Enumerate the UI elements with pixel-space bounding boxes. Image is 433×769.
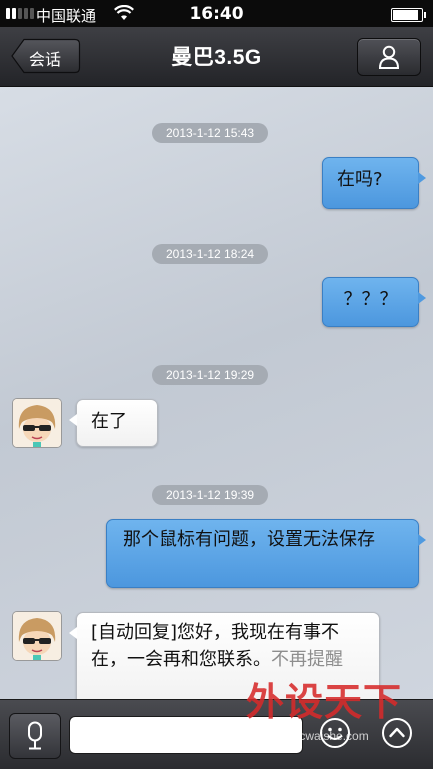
message-text: ？？？ bbox=[343, 289, 398, 310]
more-options-button[interactable] bbox=[380, 716, 414, 750]
contact-avatar[interactable] bbox=[12, 611, 62, 661]
voice-input-button[interactable] bbox=[9, 713, 61, 759]
chat-title: 曼巴3.5G bbox=[171, 46, 262, 69]
message-input[interactable] bbox=[69, 716, 303, 754]
mute-reminder-link[interactable]: 不再提醒 bbox=[271, 649, 343, 670]
back-button[interactable]: 会话 bbox=[11, 38, 81, 74]
smiley-icon bbox=[320, 718, 350, 748]
avatar-image bbox=[13, 399, 61, 447]
status-time: 16:40 bbox=[189, 4, 244, 24]
message-input-bar bbox=[0, 699, 433, 769]
incoming-message-bubble[interactable]: 在了 bbox=[69, 399, 158, 447]
chevron-up-icon bbox=[382, 718, 412, 748]
person-icon bbox=[378, 45, 400, 69]
status-bar: 中国联通 16:40 bbox=[0, 0, 433, 27]
message-text: 在了 bbox=[91, 411, 127, 432]
outgoing-message-bubble[interactable]: 那个鼠标有问题，设置无法保存 bbox=[106, 519, 426, 588]
message-text: 那个鼠标有问题，设置无法保存 bbox=[123, 529, 375, 550]
outgoing-message-bubble[interactable]: ？？？ bbox=[322, 277, 426, 327]
message-timestamp: 2013-1-12 18:24 bbox=[152, 244, 269, 264]
chat-message-list[interactable]: 2013-1-12 15:43 在吗? 2013-1-12 18:24 ？？？ … bbox=[0, 87, 433, 699]
message-timestamp: 2013-1-12 19:39 bbox=[152, 485, 269, 505]
contact-profile-button[interactable] bbox=[357, 38, 421, 76]
incoming-message-bubble[interactable]: [自动回复]您好，我现在有事不在，一会再和您联系。不再提醒 bbox=[69, 612, 380, 699]
contact-avatar[interactable] bbox=[12, 398, 62, 448]
message-timestamp: 2013-1-12 15:43 bbox=[152, 123, 269, 143]
message-timestamp: 2013-1-12 19:29 bbox=[152, 365, 269, 385]
message-text: 在吗? bbox=[337, 169, 383, 190]
back-button-label: 会话 bbox=[29, 50, 62, 69]
navigation-bar: 会话 曼巴3.5G bbox=[0, 27, 433, 87]
avatar-image bbox=[13, 612, 61, 660]
microphone-icon bbox=[28, 721, 42, 750]
battery-icon bbox=[391, 8, 426, 22]
emoji-button[interactable] bbox=[318, 716, 352, 750]
outgoing-message-bubble[interactable]: 在吗? bbox=[322, 157, 426, 209]
